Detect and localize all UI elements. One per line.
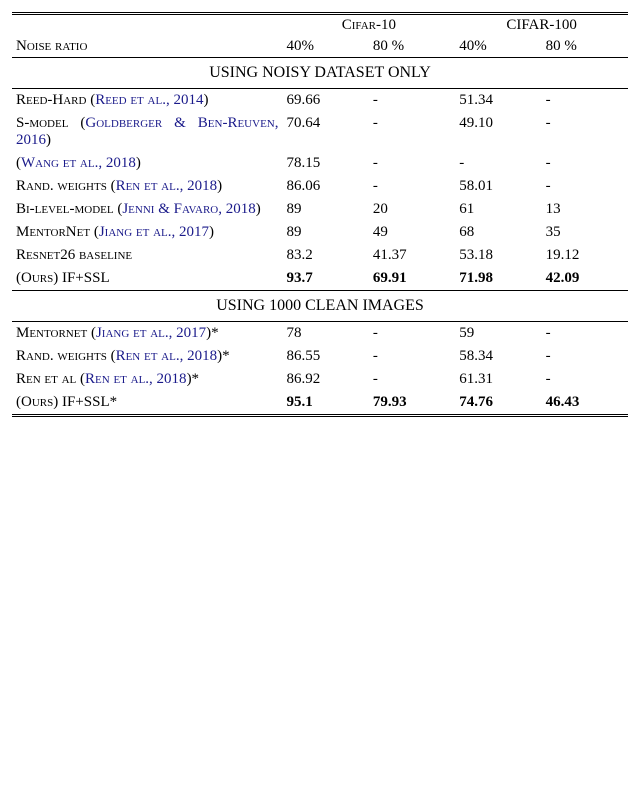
val: 58.34 bbox=[455, 345, 541, 368]
method-name: S-model bbox=[16, 115, 68, 131]
val: 89 bbox=[282, 198, 368, 221]
table-row: Rand. weights (Ren et al., 2018)* 86.55 … bbox=[12, 345, 628, 368]
val: - bbox=[542, 175, 628, 198]
val: 69.66 bbox=[282, 89, 368, 113]
val: 78.15 bbox=[282, 152, 368, 175]
val: - bbox=[542, 152, 628, 175]
val: - bbox=[369, 152, 455, 175]
val: 49 bbox=[369, 221, 455, 244]
table-row: (Wang et al., 2018) 78.15 - - - bbox=[12, 152, 628, 175]
method-name: Ren et al bbox=[16, 371, 76, 387]
table-row: Rand. weights (Ren et al., 2018) 86.06 -… bbox=[12, 175, 628, 198]
table-row: Resnet26 baseline 83.2 41.37 53.18 19.12 bbox=[12, 244, 628, 267]
citation: Ren et al., 2018 bbox=[85, 371, 187, 387]
header-cifar10: Cifar-10 bbox=[342, 17, 396, 33]
val: - bbox=[542, 345, 628, 368]
val: 86.06 bbox=[282, 175, 368, 198]
val: 51.34 bbox=[455, 89, 541, 113]
table-row: (Ours) IF+SSL* 95.1 79.93 74.76 46.43 bbox=[12, 391, 628, 416]
val: 46.43 bbox=[542, 391, 628, 416]
method-name: (Ours) IF+SSL bbox=[16, 270, 110, 286]
table-row: Ren et al (Ren et al., 2018)* 86.92 - 61… bbox=[12, 368, 628, 391]
citation: Jiang et al., 2017 bbox=[99, 224, 209, 240]
val: - bbox=[369, 112, 455, 152]
results-table: Cifar-10 CIFAR-100 Noise ratio 40% 80 % … bbox=[12, 12, 628, 417]
val: 41.37 bbox=[369, 244, 455, 267]
section-clean: USING 1000 CLEAN IMAGES bbox=[12, 291, 628, 322]
val: - bbox=[455, 152, 541, 175]
col-40-a: 40% bbox=[282, 36, 368, 58]
val: - bbox=[542, 322, 628, 346]
val: - bbox=[542, 89, 628, 113]
val: - bbox=[369, 345, 455, 368]
method-name: Rand. weights bbox=[16, 178, 107, 194]
val: - bbox=[369, 322, 455, 346]
val: 13 bbox=[542, 198, 628, 221]
method-name: (Ours) IF+SSL* bbox=[16, 394, 117, 410]
table-row: Mentornet (Jiang et al., 2017)* 78 - 59 … bbox=[12, 322, 628, 346]
val: 86.55 bbox=[282, 345, 368, 368]
val: 69.91 bbox=[369, 267, 455, 291]
val: - bbox=[542, 368, 628, 391]
val: 58.01 bbox=[455, 175, 541, 198]
method-name: Reed-Hard bbox=[16, 92, 86, 108]
table-row: Bi-level-model (Jenni & Favaro, 2018) 89… bbox=[12, 198, 628, 221]
val: 70.64 bbox=[282, 112, 368, 152]
table-row: MentorNet (Jiang et al., 2017) 89 49 68 … bbox=[12, 221, 628, 244]
col-80-a: 80 % bbox=[369, 36, 455, 58]
method-name: Rand. weights bbox=[16, 348, 107, 364]
val: 19.12 bbox=[542, 244, 628, 267]
val: 86.92 bbox=[282, 368, 368, 391]
val: 61 bbox=[455, 198, 541, 221]
val: 93.7 bbox=[282, 267, 368, 291]
citation: Reed et al., 2014 bbox=[95, 92, 203, 108]
citation: Wang et al., 2018 bbox=[21, 155, 136, 171]
val: 20 bbox=[369, 198, 455, 221]
citation: Jenni & Favaro, 2018 bbox=[122, 201, 255, 217]
method-name: Resnet26 baseline bbox=[16, 247, 132, 263]
val: 35 bbox=[542, 221, 628, 244]
header-cifar100: CIFAR-100 bbox=[506, 17, 577, 33]
table-row: S-model (Goldberger & Ben-Reuven, 2016) … bbox=[12, 112, 628, 152]
citation: Jiang et al., 2017 bbox=[96, 325, 206, 341]
col-80-b: 80 % bbox=[542, 36, 628, 58]
method-name: Bi-level-model bbox=[16, 201, 114, 217]
val: 78 bbox=[282, 322, 368, 346]
method-name: MentorNet bbox=[16, 224, 90, 240]
val: 89 bbox=[282, 221, 368, 244]
val: - bbox=[369, 368, 455, 391]
val: - bbox=[369, 175, 455, 198]
val: 95.1 bbox=[282, 391, 368, 416]
val: 49.10 bbox=[455, 112, 541, 152]
val: 79.93 bbox=[369, 391, 455, 416]
val: - bbox=[369, 89, 455, 113]
noise-ratio-label: Noise ratio bbox=[16, 38, 87, 54]
val: 53.18 bbox=[455, 244, 541, 267]
val: 83.2 bbox=[282, 244, 368, 267]
val: 68 bbox=[455, 221, 541, 244]
method-name: Mentornet bbox=[16, 325, 87, 341]
val: - bbox=[542, 112, 628, 152]
val: 74.76 bbox=[455, 391, 541, 416]
val: 71.98 bbox=[455, 267, 541, 291]
val: 59 bbox=[455, 322, 541, 346]
section-noisy: USING NOISY DATASET ONLY bbox=[12, 58, 628, 89]
table-row: Reed-Hard (Reed et al., 2014) 69.66 - 51… bbox=[12, 89, 628, 113]
col-40-b: 40% bbox=[455, 36, 541, 58]
citation: Ren et al., 2018 bbox=[116, 348, 218, 364]
table-row: (Ours) IF+SSL 93.7 69.91 71.98 42.09 bbox=[12, 267, 628, 291]
val: 42.09 bbox=[542, 267, 628, 291]
citation: Ren et al., 2018 bbox=[116, 178, 218, 194]
val: 61.31 bbox=[455, 368, 541, 391]
